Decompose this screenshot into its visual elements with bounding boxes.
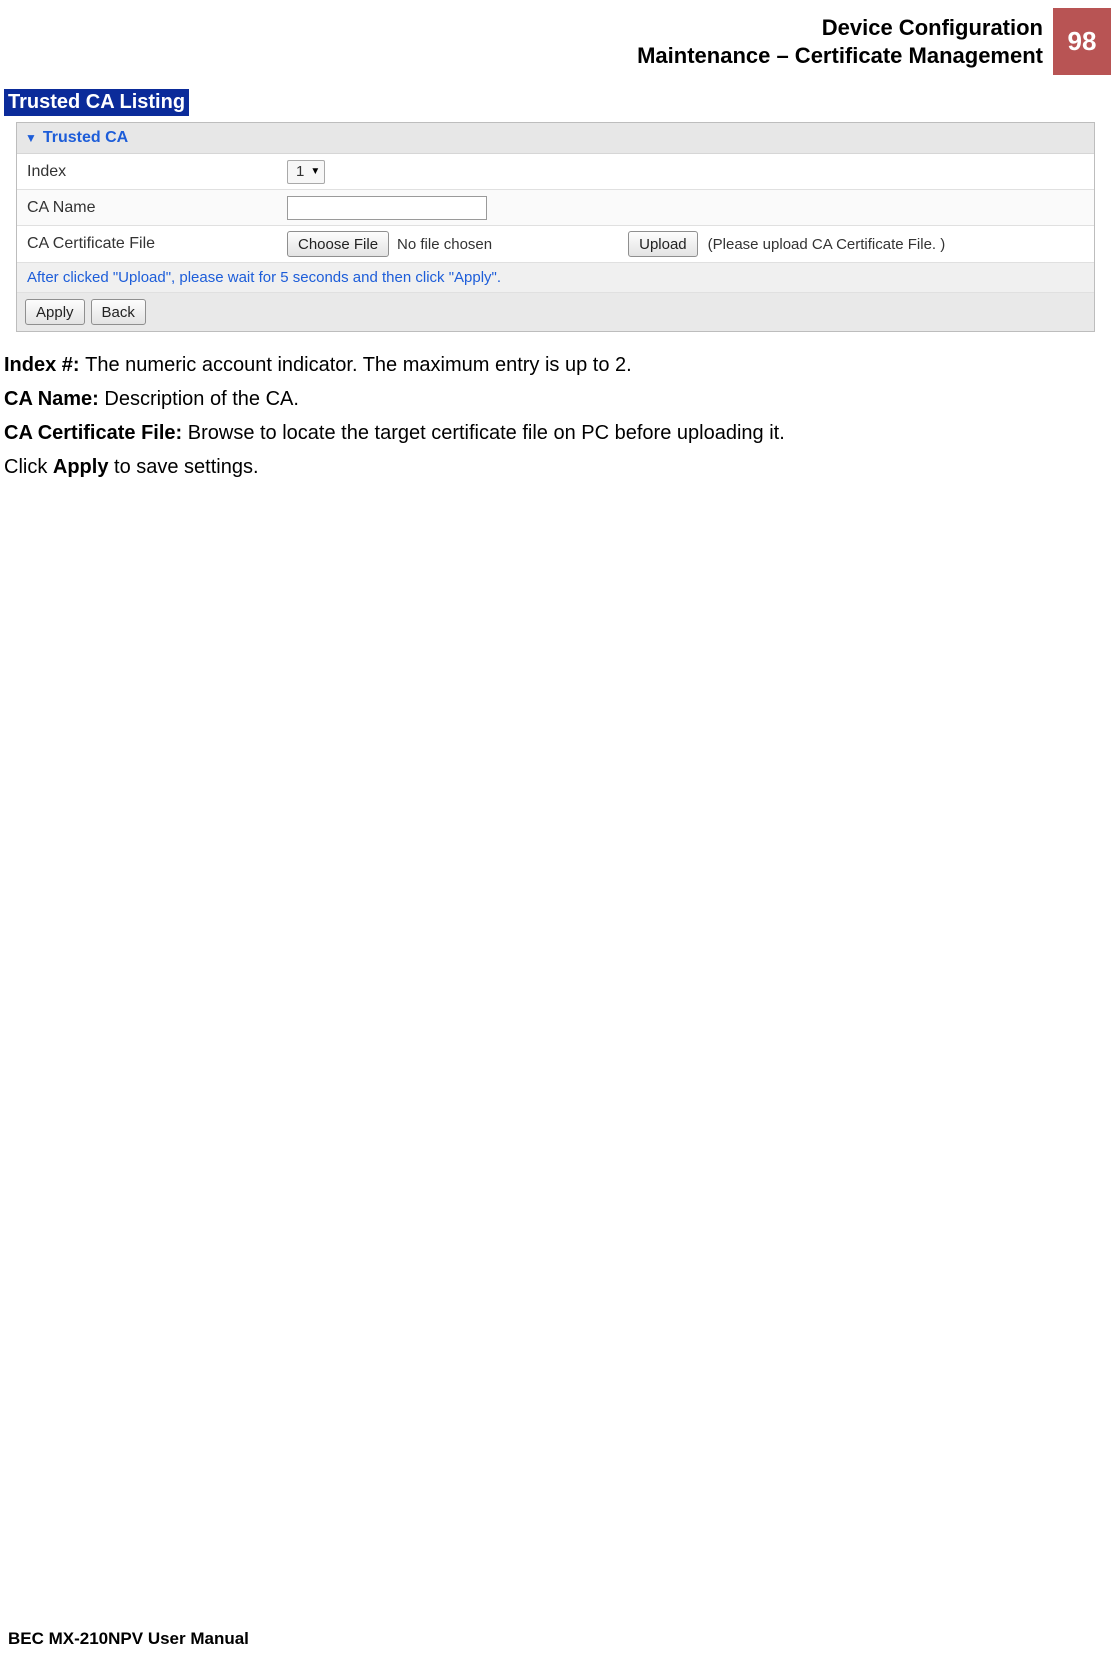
trusted-ca-panel: ▼ Trusted CA Index 1 ▼ CA Name CA Certif… xyxy=(16,122,1095,332)
help-text: After clicked "Upload", please wait for … xyxy=(17,263,1094,293)
header-text: Device Configuration Maintenance – Certi… xyxy=(637,8,1053,75)
upload-hint: (Please upload CA Certificate File. ) xyxy=(708,236,946,253)
ca-name-label: CA Name xyxy=(27,199,287,217)
panel-title: Trusted CA xyxy=(43,129,128,147)
ca-name-row: CA Name xyxy=(17,190,1094,226)
collapse-arrow-icon: ▼ xyxy=(25,131,37,145)
index-label: Index xyxy=(27,163,287,181)
desc-index-text: The numeric account indicator. The maxim… xyxy=(85,354,632,376)
desc-apply-bold: Apply xyxy=(53,456,109,478)
page-header: Device Configuration Maintenance – Certi… xyxy=(0,0,1111,75)
section-title: Trusted CA Listing xyxy=(4,89,189,116)
index-dropdown[interactable]: 1 ▼ xyxy=(287,160,325,184)
choose-file-button[interactable]: Choose File xyxy=(287,231,389,257)
panel-button-row: Apply Back xyxy=(17,293,1094,331)
ca-name-input[interactable] xyxy=(287,196,487,220)
index-row: Index 1 ▼ xyxy=(17,154,1094,190)
ca-cert-file-row: CA Certificate File Choose File No file … xyxy=(17,226,1094,263)
index-selected: 1 xyxy=(296,163,304,180)
desc-ca-cert-label: CA Certificate File: xyxy=(4,422,188,444)
desc-ca-cert-text: Browse to locate the target certificate … xyxy=(188,422,785,444)
desc-apply-post: to save settings. xyxy=(108,456,258,478)
desc-ca-name-label: CA Name: xyxy=(4,388,104,410)
desc-index-label: Index #: xyxy=(4,354,85,376)
back-button[interactable]: Back xyxy=(91,299,146,325)
header-line2: Maintenance – Certificate Management xyxy=(637,42,1043,70)
ca-cert-file-label: CA Certificate File xyxy=(27,235,287,253)
desc-ca-name-text: Description of the CA. xyxy=(104,388,299,410)
apply-button[interactable]: Apply xyxy=(25,299,85,325)
panel-title-row[interactable]: ▼ Trusted CA xyxy=(17,123,1094,154)
desc-apply-pre: Click xyxy=(4,456,53,478)
upload-button[interactable]: Upload xyxy=(628,231,698,257)
file-chosen-status: No file chosen xyxy=(397,236,492,253)
page-number: 98 xyxy=(1053,8,1111,75)
chevron-down-icon: ▼ xyxy=(310,166,320,177)
footer-text: BEC MX-210NPV User Manual xyxy=(8,1629,249,1649)
header-line1: Device Configuration xyxy=(637,14,1043,42)
descriptions: Index #: The numeric account indicator. … xyxy=(0,350,1111,482)
